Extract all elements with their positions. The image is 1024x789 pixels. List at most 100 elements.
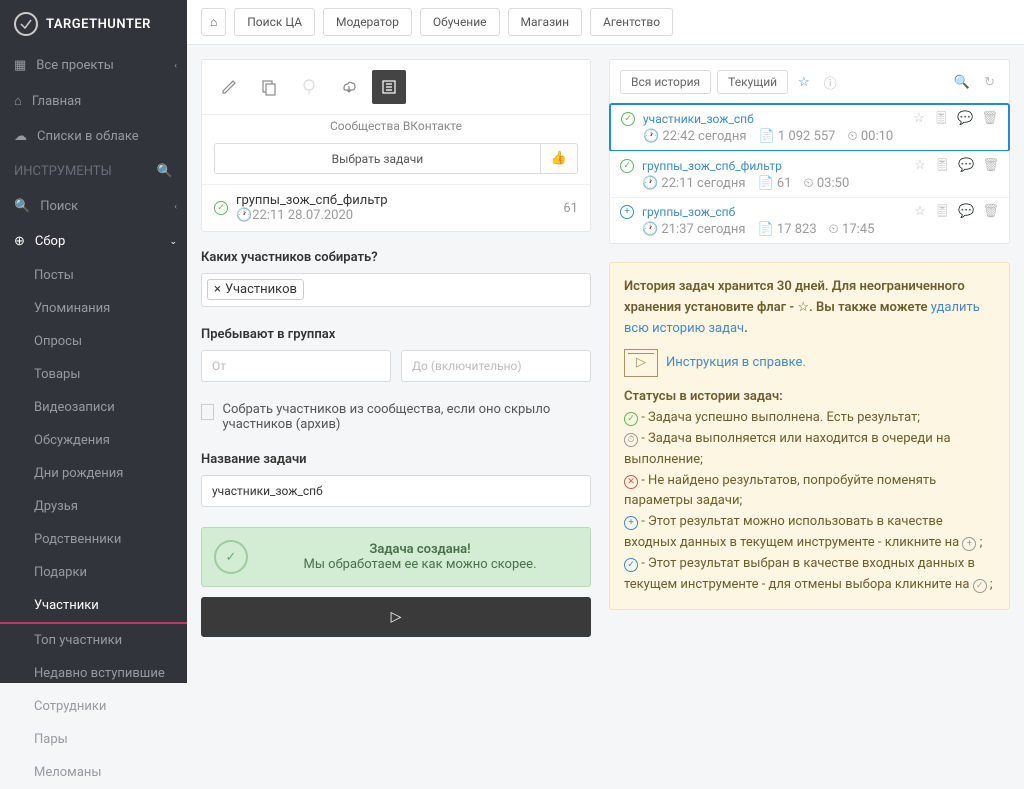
brand-text: TARGETHUNTER	[46, 17, 151, 32]
star-icon[interactable]: ☆	[913, 111, 925, 126]
sidebar-search[interactable]: 🔍 Поиск ‹	[0, 189, 187, 224]
close-icon[interactable]: ×	[214, 282, 221, 297]
status-desc: - Не найдено результатов, попробуйте пом…	[624, 473, 936, 509]
pin-icon[interactable]	[292, 70, 326, 104]
history-title[interactable]: участники_зож_спб	[643, 112, 754, 126]
comment-icon[interactable]: 💬	[957, 111, 973, 126]
comment-icon[interactable]: 💬	[958, 204, 974, 219]
member-tag[interactable]: ×Участников	[207, 279, 304, 300]
brand-logo[interactable]: TARGETHUNTER	[0, 0, 187, 48]
sidebar-item-couples[interactable]: Пары	[0, 723, 187, 756]
from-input[interactable]	[201, 350, 391, 382]
select-task-row: Выбрать задачи 👍	[214, 143, 578, 174]
search-icon[interactable]: 🔍	[950, 73, 974, 92]
history-current-button[interactable]: Текущий	[717, 70, 788, 94]
sidebar-item-videos[interactable]: Видеозаписи	[0, 391, 187, 424]
thumb-up-icon[interactable]: 👍	[541, 143, 578, 174]
history-filters: Вся история Текущий ☆ ⓘ 🔍 ↻	[610, 60, 1009, 104]
history-title[interactable]: группы_зож_спб	[642, 205, 735, 219]
status-icon: ✓	[620, 159, 634, 173]
sidebar-collect[interactable]: ⊕ Сбор ⌄	[0, 224, 187, 259]
nav-agency[interactable]: Агентство	[590, 8, 673, 36]
members-label: Каких участников собирать?	[201, 250, 591, 265]
right-column: Вся история Текущий ☆ ⓘ 🔍 ↻ ✓ участники_…	[609, 59, 1010, 669]
source-panel: Сообщества ВКонтакте Выбрать задачи 👍 ✓ …	[201, 59, 591, 232]
cloud-download-icon[interactable]	[332, 70, 366, 104]
copy-icon[interactable]	[252, 70, 286, 104]
checkbox[interactable]	[201, 404, 214, 420]
edit-icon[interactable]	[212, 70, 246, 104]
sliders-icon[interactable]: 🎚	[934, 204, 951, 219]
history-title[interactable]: группы_зож_спб_фильтр	[642, 159, 782, 173]
sidebar-item-products[interactable]: Товары	[0, 358, 187, 391]
sidebar-item-mentions[interactable]: Упоминания	[0, 292, 187, 325]
task-name-input[interactable]	[201, 475, 591, 507]
info-icon[interactable]: ⓘ	[820, 71, 841, 94]
members-group: Каких участников собирать? ×Участников	[201, 250, 591, 307]
nav-moderator[interactable]: Модератор	[323, 8, 412, 36]
nav-search-ca[interactable]: Поиск ЦА	[234, 8, 315, 36]
star-icon[interactable]: ☆	[794, 73, 814, 92]
chevron-left-icon: ‹	[174, 61, 177, 71]
sidebar-cloud-lists[interactable]: ☁ Списки в облаке	[0, 119, 187, 154]
sidebar-item-members[interactable]: Участники	[0, 589, 187, 624]
search-icon[interactable]: 🔍	[157, 164, 173, 179]
sidebar-item-discussions[interactable]: Обсуждения	[0, 424, 187, 457]
sidebar-item-top-members[interactable]: Топ участники	[0, 624, 187, 657]
sidebar-all-projects[interactable]: ▦ Все проекты ‹	[0, 48, 187, 83]
grid-icon: ▦	[14, 58, 26, 73]
sidebar-item-polls[interactable]: Опросы	[0, 325, 187, 358]
status-desc: - Задача выполняется или находится в оче…	[624, 431, 951, 467]
sidebar-item-gifts[interactable]: Подарки	[0, 556, 187, 589]
status-wait-icon: ⏱	[624, 433, 638, 447]
sidebar-label: ИНСТРУМЕНТЫ	[14, 164, 112, 179]
star-icon[interactable]: ☆	[914, 158, 926, 173]
history-all-button[interactable]: Вся история	[620, 70, 711, 94]
duration-meta: ⏲ 03:50	[804, 176, 850, 191]
sidebar-item-relatives[interactable]: Родственники	[0, 523, 187, 556]
nav-shop[interactable]: Магазин	[508, 8, 583, 36]
trash-icon[interactable]: 🗑	[982, 158, 999, 173]
history-item[interactable]: + группы_зож_спб ☆ 🎚 💬 🗑 🕐 21:37 сегодня…	[610, 197, 1009, 243]
check-circle-icon: ✓	[214, 201, 228, 215]
home-icon: ⌂	[14, 93, 22, 109]
trash-icon[interactable]: 🗑	[981, 111, 998, 126]
archive-checkbox-row[interactable]: Собрать участников из сообщества, если о…	[201, 402, 591, 432]
run-button[interactable]: ▷	[201, 597, 591, 637]
star-icon[interactable]: ☆	[914, 204, 926, 219]
to-input[interactable]	[401, 350, 591, 382]
home-button[interactable]: ⌂	[201, 8, 226, 36]
clock-icon: 🕐	[236, 208, 252, 223]
trash-icon[interactable]: 🗑	[982, 204, 999, 219]
content: Сообщества ВКонтакте Выбрать задачи 👍 ✓ …	[187, 45, 1024, 683]
info-text: . Вы также можете	[809, 300, 931, 315]
history-item[interactable]: ✓ участники_зож_спб ☆ 🎚 💬 🗑 🕐 22:42 сего…	[609, 103, 1010, 152]
list-icon[interactable]	[372, 70, 406, 104]
history-list: ✓ участники_зож_спб ☆ 🎚 💬 🗑 🕐 22:42 сего…	[610, 103, 1009, 243]
sidebar-item-staff[interactable]: Сотрудники	[0, 690, 187, 723]
sidebar-home[interactable]: ⌂ Главная	[0, 83, 187, 119]
task-row[interactable]: ✓ группы_зож_спб_фильтр 🕐22:11 28.07.202…	[202, 184, 590, 231]
select-tasks-button[interactable]: Выбрать задачи	[214, 143, 541, 174]
status-title: Статусы в истории задач:	[624, 389, 783, 404]
sidebar-item-music[interactable]: Меломаны	[0, 756, 187, 789]
left-column: Сообщества ВКонтакте Выбрать задачи 👍 ✓ …	[201, 59, 591, 669]
sliders-icon[interactable]: 🎚	[933, 111, 950, 126]
refresh-icon[interactable]: ↻	[980, 73, 999, 92]
instruction-row: ▷ Инструкция в справке.	[624, 349, 995, 377]
count-meta: 📄 17 823	[757, 222, 816, 237]
sliders-icon[interactable]: 🎚	[934, 158, 951, 173]
checkbox-label: Собрать участников из сообщества, если о…	[222, 402, 591, 432]
instruction-link[interactable]: Инструкция в справке.	[666, 353, 806, 374]
sidebar-item-posts[interactable]: Посты	[0, 259, 187, 292]
sidebar-item-friends[interactable]: Друзья	[0, 490, 187, 523]
members-input[interactable]: ×Участников	[201, 273, 591, 307]
sidebar-item-birthdays[interactable]: Дни рождения	[0, 457, 187, 490]
main: ⌂ Поиск ЦА Модератор Обучение Магазин Аг…	[187, 0, 1024, 683]
sidebar-item-recent[interactable]: Недавно вступившие	[0, 657, 187, 690]
history-item[interactable]: ✓ группы_зож_спб_фильтр ☆ 🎚 💬 🗑 🕐 22:11 …	[610, 151, 1009, 197]
status-desc: ;	[987, 577, 993, 592]
comment-icon[interactable]: 💬	[958, 158, 974, 173]
success-subtitle: Мы обработаем ее как можно скорее.	[304, 557, 537, 572]
nav-learning[interactable]: Обучение	[420, 8, 500, 36]
